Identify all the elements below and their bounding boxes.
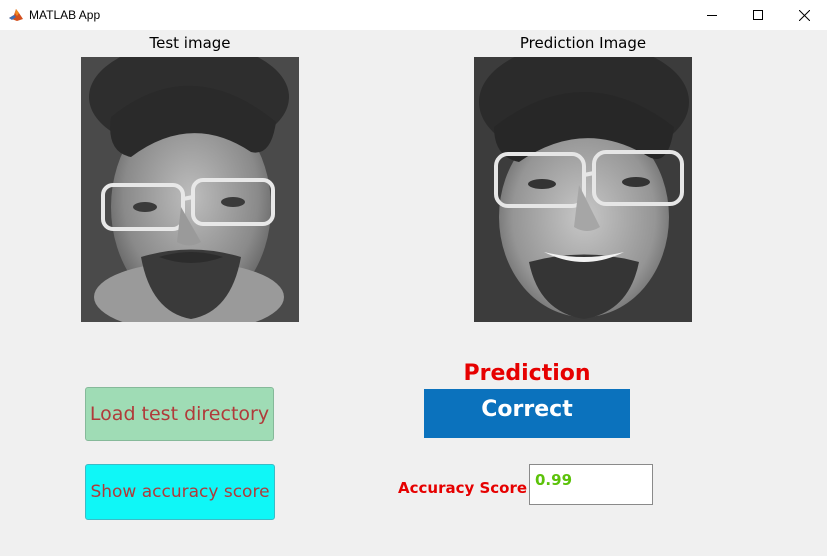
- prediction-image-title: Prediction Image: [519, 34, 647, 52]
- prediction-label: Prediction: [463, 361, 591, 386]
- maximize-icon: [753, 10, 763, 20]
- maximize-button[interactable]: [735, 0, 781, 30]
- accuracy-score-field[interactable]: 0.99: [529, 464, 653, 505]
- load-test-directory-button[interactable]: Load test directory: [85, 387, 274, 441]
- prediction-result-text: Correct: [481, 397, 573, 422]
- window-title-bar: MATLAB App: [0, 0, 827, 31]
- close-icon: [798, 9, 810, 21]
- show-accuracy-score-label: Show accuracy score: [90, 482, 270, 502]
- load-test-directory-label: Load test directory: [89, 403, 270, 425]
- test-image-title: Test image: [149, 34, 231, 52]
- prediction-result-box: Correct: [424, 389, 630, 438]
- accuracy-score-label: Accuracy Score: [398, 479, 528, 497]
- window-title: MATLAB App: [29, 8, 101, 22]
- show-accuracy-score-button[interactable]: Show accuracy score: [85, 464, 275, 520]
- minimize-icon: [707, 15, 717, 16]
- minimize-button[interactable]: [689, 0, 735, 30]
- prediction-face-image: [474, 57, 692, 322]
- close-button[interactable]: [781, 0, 827, 30]
- matlab-logo-icon: [8, 7, 24, 23]
- test-face-image: [81, 57, 299, 322]
